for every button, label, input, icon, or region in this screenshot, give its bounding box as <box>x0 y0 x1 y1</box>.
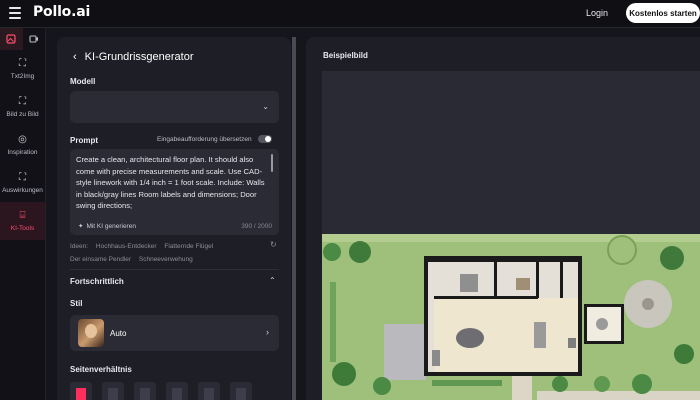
model-select[interactable]: ⌄ <box>70 91 279 123</box>
character-counter: 390 / 2000 <box>241 223 272 230</box>
idea-chip[interactable]: Flatternde Flügel <box>164 243 213 250</box>
style-selector[interactable]: Auto › <box>70 315 279 351</box>
sidebar-item-label: Inspiration <box>7 149 38 156</box>
menu-icon[interactable] <box>9 7 21 19</box>
page-title: KI-Grundrissgenerator <box>84 51 194 63</box>
aspect-ratio-option[interactable] <box>198 382 220 400</box>
example-title: Beispielbild <box>323 51 368 60</box>
tools-icon: ⌸ <box>19 210 26 221</box>
aspect-ratio-option[interactable] <box>166 382 188 400</box>
model-label: Modell <box>70 77 96 86</box>
video-mode-icon[interactable] <box>23 28 46 50</box>
aspect-ratio-option[interactable] <box>134 382 156 400</box>
sidebar-item-label: Bild zu Bild <box>6 111 39 118</box>
chevron-up-icon[interactable]: ⌃ <box>269 276 276 285</box>
chevron-down-icon: ⌄ <box>262 102 269 111</box>
style-label: Stil <box>70 299 83 308</box>
idea-chip[interactable]: Hochhaus-Entdecker <box>96 243 157 250</box>
chevron-right-icon: › <box>266 327 269 337</box>
sparkle-icon: ✦ <box>78 223 84 230</box>
sidebar-item-label: Auswirkungen <box>2 187 43 194</box>
translate-label: Eingabeaufforderung übersetzen <box>157 135 252 143</box>
ideas-list: Ideen: Hochhaus-Entdecker Flatternde Flü… <box>70 240 279 266</box>
tool-panel: ‹ KI-Grundrissgenerator Modell ⌄ Prompt … <box>57 37 291 400</box>
refresh-ideas-icon[interactable]: ↻ <box>270 240 277 249</box>
effects-icon: ⛶ <box>19 172 26 183</box>
mode-switch <box>0 28 45 50</box>
idea-chip[interactable]: Der einsame Pendler <box>70 256 131 263</box>
ideas-label: Ideen: <box>70 243 89 250</box>
prompt-textarea[interactable]: Create a clean, architectural floor plan… <box>70 149 279 235</box>
generate-with-ai-button[interactable]: ✦ Mit KI generieren <box>78 222 136 231</box>
image-mode-icon[interactable] <box>0 28 23 50</box>
compass-icon: ◎ <box>18 134 27 145</box>
example-image <box>322 71 700 400</box>
panel-scrollbar[interactable] <box>292 37 296 400</box>
style-value: Auto <box>110 329 127 338</box>
sidebar-item-txt2img[interactable]: ⛶ Txt2Img <box>0 50 45 88</box>
top-bar: Pollo.ai Login Kostenlos starten <box>0 0 700 28</box>
login-link[interactable]: Login <box>586 8 608 18</box>
sidebar-item-effects[interactable]: ⛶ Auswirkungen <box>0 164 45 202</box>
nav-rail: ⛶ Txt2Img ⛶ Bild zu Bild ◎ Inspiration ⛶… <box>0 28 46 400</box>
sidebar-item-ai-tools[interactable]: ⌸ KI-Tools <box>0 202 45 240</box>
sidebar-item-inspiration[interactable]: ◎ Inspiration <box>0 126 45 164</box>
panel-header: ‹ KI-Grundrissgenerator <box>73 51 194 63</box>
start-free-button[interactable]: Kostenlos starten <box>626 3 700 23</box>
advanced-label: Fortschrittlich <box>70 277 124 286</box>
translate-option: Eingabeaufforderung übersetzen <box>157 135 272 143</box>
style-thumbnail <box>78 319 104 347</box>
prompt-label: Prompt <box>70 136 98 145</box>
aspect-ratio-option[interactable] <box>102 382 124 400</box>
divider <box>70 269 279 270</box>
sidebar-item-image-to-image[interactable]: ⛶ Bild zu Bild <box>0 88 45 126</box>
image-icon: ⛶ <box>19 58 26 69</box>
translate-toggle[interactable] <box>257 135 272 143</box>
prompt-scrollbar[interactable] <box>271 154 273 172</box>
aspect-ratio-label: Seitenverhältnis <box>70 365 132 374</box>
generate-label: Mit KI generieren <box>86 222 136 230</box>
prompt-text[interactable]: Create a clean, architectural floor plan… <box>76 154 266 218</box>
sidebar-item-label: Txt2Img <box>10 73 35 80</box>
aspect-ratio-option[interactable] <box>230 382 252 400</box>
example-panel: Beispielbild <box>306 37 700 400</box>
aspect-ratio-option[interactable] <box>70 382 92 400</box>
idea-chip[interactable]: Schneeverwehung <box>139 256 193 263</box>
brand-logo[interactable]: Pollo.ai <box>33 4 90 20</box>
back-arrow-icon[interactable]: ‹ <box>73 51 77 63</box>
aspect-ratio-options <box>70 382 252 400</box>
floor-plan-image <box>322 234 700 400</box>
image-swap-icon: ⛶ <box>19 96 26 107</box>
sidebar-item-label: KI-Tools <box>10 225 35 232</box>
